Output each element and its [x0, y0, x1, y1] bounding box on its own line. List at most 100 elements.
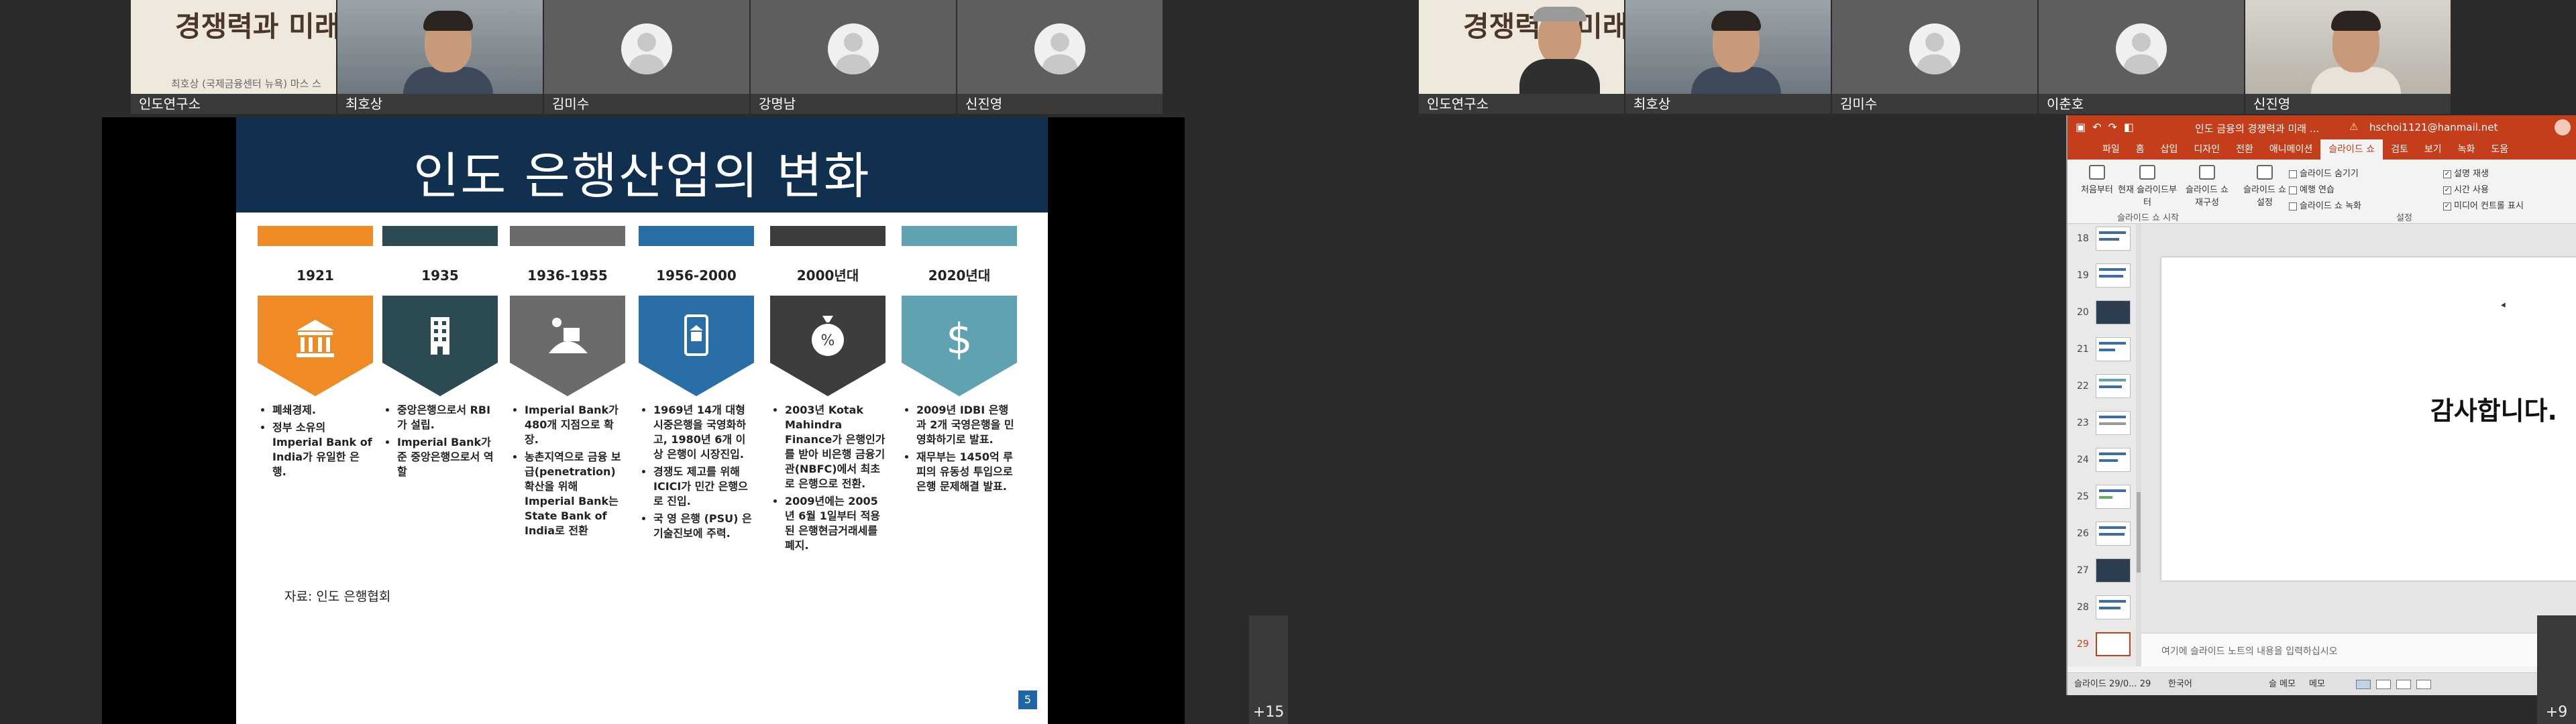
participant-strip: 경쟁력과 미래 인도연구소 최호상 김미수 이춘호 신진영: [1419, 0, 2452, 114]
media-controls-checkbox[interactable]: ✓ 미디어 컨트롤 표시: [2443, 198, 2524, 211]
more-participants-count: +9: [2545, 704, 2568, 721]
tab-view[interactable]: 보기: [2416, 139, 2450, 160]
participant-tile[interactable]: 김미수: [544, 0, 749, 114]
rural-bank-icon: [510, 296, 625, 396]
participant-name: 이춘호: [2039, 94, 2244, 114]
tab-help[interactable]: 도움: [2483, 139, 2516, 160]
from-start-button[interactable]: 처음부터: [2081, 165, 2113, 195]
notes-field[interactable]: 여기에 슬라이드 노트의 내용을 입력하십시오: [2141, 633, 2576, 666]
language-indicator[interactable]: 한국어: [2168, 673, 2192, 695]
setup-icon: [2257, 165, 2273, 180]
shared-slide-thumbnail: 경쟁력과 미래: [1419, 0, 1624, 99]
slide-thumbnail[interactable]: 22: [2068, 371, 2141, 405]
presentation-slide: 인도 은행산업의 변화 1921 폐쇄경제. 정부 소유의 Imperial B…: [236, 117, 1048, 724]
hide-slide-button[interactable]: 슬라이드 숨기기: [2289, 166, 2359, 179]
participant-video: [1625, 0, 1831, 101]
svg-text:$: $: [946, 314, 972, 363]
custom-show-button[interactable]: 슬라이드 쇼 재구성: [2180, 165, 2234, 208]
participant-tile[interactable]: 최호상: [337, 0, 543, 114]
bullet-item: 정부 소유의 Imperial Bank of India가 유일한 은행.: [272, 420, 373, 479]
participant-tile[interactable]: 강명남: [751, 0, 956, 114]
participant-name: 김미수: [544, 94, 749, 114]
reading-view-icon[interactable]: [2396, 680, 2411, 689]
participant-tile[interactable]: 김미수: [1832, 0, 2037, 114]
account-avatar[interactable]: [2555, 119, 2571, 135]
ribbon-tabs: 파일 홈 삽입 디자인 전환 애니메이션 슬라이드 쇼 검토 보기 녹화 도움: [2068, 139, 2576, 160]
dollar-icon: $: [902, 296, 1017, 396]
more-participants-button[interactable]: +15: [1249, 615, 1288, 724]
tab-record[interactable]: 녹화: [2450, 139, 2483, 160]
timing-checkbox[interactable]: ✓ 시간 사용: [2443, 182, 2489, 195]
slide-thumbnail[interactable]: 19: [2068, 261, 2141, 294]
tab-design[interactable]: 디자인: [2186, 139, 2228, 160]
column-cap: [258, 226, 373, 246]
notes-toggle[interactable]: 슬 메모: [2269, 673, 2296, 695]
participant-tile[interactable]: 신진영: [2245, 0, 2451, 114]
column-year: 1921: [297, 267, 334, 284]
slide-thumbnail[interactable]: 28: [2068, 593, 2141, 626]
normal-view-icon[interactable]: [2356, 680, 2371, 689]
timeline-column: 1935 중앙은행으로서 RBI가 설립. Imperial Bank가 준 중…: [382, 226, 498, 482]
meeting-window-left: 경쟁력과 미래 최호상 (국제금융센터 뉴욕) 마스 스 인도연구소 최호상 김…: [0, 0, 1288, 724]
tab-home[interactable]: 홈: [2128, 139, 2153, 160]
participant-video: [337, 0, 543, 101]
participant-tile[interactable]: 이춘호: [2039, 0, 2244, 114]
more-participants-button[interactable]: +9: [2537, 615, 2576, 724]
ribbon: 처음부터 현재 슬라이드부터 슬라이드 쇼 재구성 슬라이드 쇼 설정 슬라이드…: [2068, 160, 2576, 224]
slide-thumbnail-pane: 18 19 20 21 22 23 24 25 26 27 28 29: [2068, 224, 2141, 666]
column-cap: [770, 226, 885, 246]
participant-tile[interactable]: 신진영: [957, 0, 1163, 114]
thumbnail-scrollbar[interactable]: [2136, 224, 2141, 666]
participant-video: [1519, 0, 1600, 99]
setup-show-button[interactable]: 슬라이드 쇼 설정: [2241, 165, 2289, 208]
more-participants-count: +15: [1252, 704, 1285, 721]
participant-name: 인도연구소: [1419, 94, 1624, 114]
tab-insert[interactable]: 삽입: [2153, 139, 2186, 160]
rehearse-timings-button[interactable]: 예행 연습: [2289, 182, 2334, 195]
bullet-item: 2003년 Kotak Mahindra Finance가 은행인가를 받아 비…: [785, 403, 885, 491]
bullet-item: 농촌지역으로 금융 보급(penetration) 확산을 위해 Imperia…: [525, 450, 625, 538]
svg-text:%: %: [821, 333, 835, 349]
from-current-button[interactable]: 현재 슬라이드부터: [2117, 165, 2178, 208]
shared-slide-thumbnail: 경쟁력과 미래 최호상 (국제금융센터 뉴욕) 마스 스: [131, 0, 336, 94]
tab-transitions[interactable]: 전환: [2228, 139, 2261, 160]
slide-thumbnail[interactable]: 18: [2068, 224, 2141, 257]
tab-file[interactable]: 파일: [2094, 139, 2128, 160]
timeline-column: 2000년대 % 2003년 Kotak Mahindra Finance가 은…: [770, 226, 885, 556]
sorter-view-icon[interactable]: [2376, 680, 2391, 689]
participant-tile[interactable]: 경쟁력과 미래 인도연구소: [1419, 0, 1624, 114]
slide-thumbnail[interactable]: 27: [2068, 556, 2141, 589]
money-bag-icon: %: [770, 296, 885, 396]
slideshow-view-icon[interactable]: [2416, 680, 2431, 689]
participant-video: [2245, 0, 2451, 101]
slide-thumbnail[interactable]: 24: [2068, 445, 2141, 479]
document-title: 인도 금융의 경쟁력과 미래 ...: [2195, 123, 2320, 135]
account-email[interactable]: hschoi1121@hanmail.net: [2369, 121, 2498, 133]
bullet-item: 경쟁도 제고를 위해 ICICI가 민간 은행으로 진입.: [653, 465, 754, 509]
tab-review[interactable]: 검토: [2383, 139, 2416, 160]
slide-editor-canvas: 감사합니다.: [2141, 224, 2576, 666]
slide-thumbnail[interactable]: 26: [2068, 519, 2141, 552]
slide-thumbnail[interactable]: 25: [2068, 482, 2141, 516]
narration-checkbox[interactable]: ✓ 설명 재생: [2443, 166, 2489, 179]
slide-thumbnail[interactable]: 21: [2068, 335, 2141, 368]
column-bullets: 폐쇄경제. 정부 소유의 Imperial Bank of India가 유일한…: [258, 403, 373, 479]
slide-title: 인도 은행산업의 변화: [413, 147, 871, 205]
slide-thumbnail[interactable]: 23: [2068, 408, 2141, 442]
current-slide[interactable]: 감사합니다.: [2161, 257, 2576, 581]
participant-tile[interactable]: 경쟁력과 미래 최호상 (국제금융센터 뉴욕) 마스 스 인도연구소: [131, 0, 336, 114]
column-cap: [510, 226, 625, 246]
participant-tile[interactable]: 최호상: [1625, 0, 1831, 114]
tab-slideshow[interactable]: 슬라이드 쇼: [2320, 139, 2383, 160]
participant-name: 신진영: [957, 94, 1163, 114]
slide-thumbnail[interactable]: 20: [2068, 298, 2141, 331]
record-show-button[interactable]: 슬라이드 쇼 녹화: [2289, 198, 2361, 211]
warning-icon: ⚠: [2349, 121, 2359, 133]
ribbon-group-label: 슬라이드 쇼 시작: [2117, 213, 2179, 223]
tab-animations[interactable]: 애니메이션: [2261, 139, 2320, 160]
slide-text[interactable]: 감사합니다.: [2161, 390, 2576, 427]
comments-toggle[interactable]: 메모: [2309, 673, 2325, 695]
slide-thumbnail-active[interactable]: 29: [2068, 629, 2141, 663]
participant-name: 인도연구소: [131, 94, 336, 114]
quick-access-toolbar-icons[interactable]: ▣↶↷◧: [2076, 121, 2141, 133]
